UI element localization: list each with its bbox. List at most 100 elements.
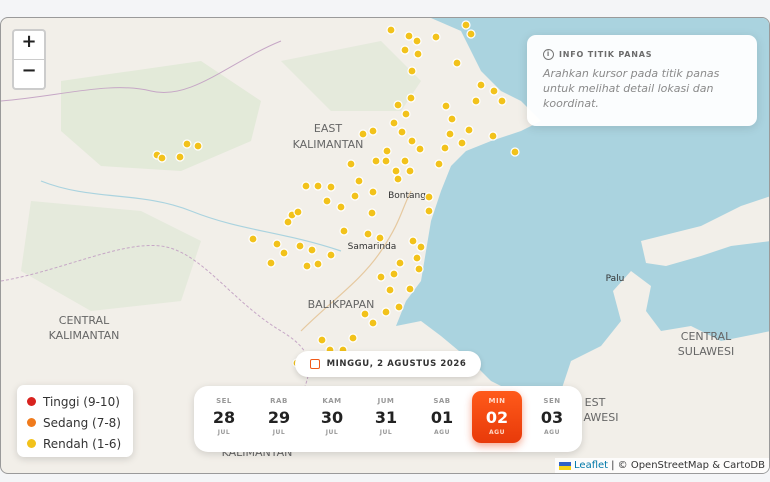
hotspot-marker[interactable] <box>381 156 391 166</box>
hotspot-marker[interactable] <box>354 176 364 186</box>
hotspot-marker[interactable] <box>400 156 410 166</box>
hotspot-marker[interactable] <box>371 156 381 166</box>
hotspot-marker[interactable] <box>376 272 386 282</box>
hotspot-marker[interactable] <box>408 236 418 246</box>
hotspot-marker[interactable] <box>295 241 305 251</box>
hotspot-marker[interactable] <box>326 250 336 260</box>
hotspot-marker[interactable] <box>466 29 476 39</box>
map-label: Bontang <box>388 191 426 201</box>
hotspot-marker[interactable] <box>348 333 358 343</box>
hotspot-marker[interactable] <box>339 226 349 236</box>
hotspot-marker[interactable] <box>394 302 404 312</box>
hotspot-marker[interactable] <box>464 125 474 135</box>
hotspot-marker[interactable] <box>367 208 377 218</box>
day-button[interactable]: SAB 01 AGU <box>417 391 467 443</box>
hotspot-marker[interactable] <box>272 239 282 249</box>
hotspot-marker[interactable] <box>424 206 434 216</box>
hotspot-marker[interactable] <box>431 32 441 42</box>
hotspot-marker[interactable] <box>385 285 395 295</box>
hotspot-marker[interactable] <box>360 309 370 319</box>
hotspot-marker[interactable] <box>389 269 399 279</box>
hotspot-marker[interactable] <box>322 196 332 206</box>
hotspot-marker[interactable] <box>279 248 289 258</box>
day-button[interactable]: RAB 29 JUL <box>254 391 304 443</box>
hotspot-marker[interactable] <box>346 159 356 169</box>
leaflet-link[interactable]: Leaflet <box>574 460 608 471</box>
hotspot-marker[interactable] <box>404 31 414 41</box>
hotspot-marker[interactable] <box>461 20 471 30</box>
day-button[interactable]: SEN 03 AGU <box>527 391 577 443</box>
hotspot-marker[interactable] <box>266 258 276 268</box>
hotspot-marker[interactable] <box>407 66 417 76</box>
hotspot-marker[interactable] <box>193 141 203 151</box>
day-button[interactable]: SEL 28 JUL <box>199 391 249 443</box>
day-name: SEL <box>216 397 232 405</box>
hotspot-marker[interactable] <box>336 202 346 212</box>
hotspot-marker[interactable] <box>382 146 392 156</box>
hotspot-marker[interactable] <box>302 261 312 271</box>
hotspot-marker[interactable] <box>440 143 450 153</box>
hotspot-marker[interactable] <box>412 36 422 46</box>
hotspot-marker[interactable] <box>405 166 415 176</box>
zoom-in-button[interactable]: + <box>14 31 44 59</box>
hotspot-marker[interactable] <box>363 229 373 239</box>
hotspot-marker[interactable] <box>248 234 258 244</box>
hotspot-marker[interactable] <box>397 127 407 137</box>
day-button[interactable]: MIN 02 AGU <box>472 391 522 443</box>
hotspot-marker[interactable] <box>424 192 434 202</box>
hotspot-marker[interactable] <box>283 217 293 227</box>
map-label: KALIMANTAN <box>293 138 364 151</box>
hotspot-marker[interactable] <box>510 147 520 157</box>
hotspot-marker[interactable] <box>157 153 167 163</box>
hotspot-marker[interactable] <box>401 109 411 119</box>
hotspot-marker[interactable] <box>368 126 378 136</box>
hotspot-marker[interactable] <box>447 114 457 124</box>
hotspot-marker[interactable] <box>488 131 498 141</box>
hotspot-marker[interactable] <box>476 80 486 90</box>
hotspot-marker[interactable] <box>434 159 444 169</box>
hotspot-marker[interactable] <box>497 96 507 106</box>
map-label: SULAWESI <box>678 345 734 358</box>
hotspot-marker[interactable] <box>381 307 391 317</box>
hotspot-marker[interactable] <box>489 86 499 96</box>
hotspot-marker[interactable] <box>457 138 467 148</box>
hotspot-marker[interactable] <box>313 181 323 191</box>
hotspot-marker[interactable] <box>452 58 462 68</box>
hotspot-marker[interactable] <box>471 96 481 106</box>
hotspot-marker[interactable] <box>416 242 426 252</box>
hotspot-marker[interactable] <box>301 181 311 191</box>
hotspot-marker[interactable] <box>391 166 401 176</box>
hotspot-marker[interactable] <box>393 174 403 184</box>
hotspot-marker[interactable] <box>395 258 405 268</box>
hotspot-marker[interactable] <box>407 136 417 146</box>
hotspot-marker[interactable] <box>307 245 317 255</box>
hotspot-marker[interactable] <box>400 45 410 55</box>
hotspot-marker[interactable] <box>375 233 385 243</box>
hotspot-marker[interactable] <box>393 100 403 110</box>
hotspot-marker[interactable] <box>326 182 336 192</box>
hotspot-marker[interactable] <box>405 284 415 294</box>
day-button[interactable]: JUM 31 JUL <box>361 391 411 443</box>
forest-area <box>21 201 201 311</box>
hotspot-marker[interactable] <box>386 25 396 35</box>
hotspot-marker[interactable] <box>182 139 192 149</box>
hotspot-marker[interactable] <box>413 49 423 59</box>
hotspot-marker[interactable] <box>175 152 185 162</box>
zoom-out-button[interactable]: − <box>14 59 44 88</box>
hotspot-marker[interactable] <box>350 191 360 201</box>
hotspot-marker[interactable] <box>441 101 451 111</box>
hotspot-marker[interactable] <box>445 129 455 139</box>
map-container[interactable]: EAST KALIMANTAN Bontang Samarinda BALIKPAPAN… <box>0 17 770 474</box>
hotspot-marker[interactable] <box>358 129 368 139</box>
hotspot-marker[interactable] <box>406 93 416 103</box>
hotspot-marker[interactable] <box>368 318 378 328</box>
hotspot-marker[interactable] <box>412 253 422 263</box>
hotspot-marker[interactable] <box>317 335 327 345</box>
hotspot-marker[interactable] <box>389 118 399 128</box>
hotspot-marker[interactable] <box>293 207 303 217</box>
hotspot-marker[interactable] <box>414 264 424 274</box>
hotspot-marker[interactable] <box>313 259 323 269</box>
hotspot-marker[interactable] <box>415 144 425 154</box>
day-button[interactable]: KAM 30 JUL <box>307 391 357 443</box>
hotspot-marker[interactable] <box>368 187 378 197</box>
